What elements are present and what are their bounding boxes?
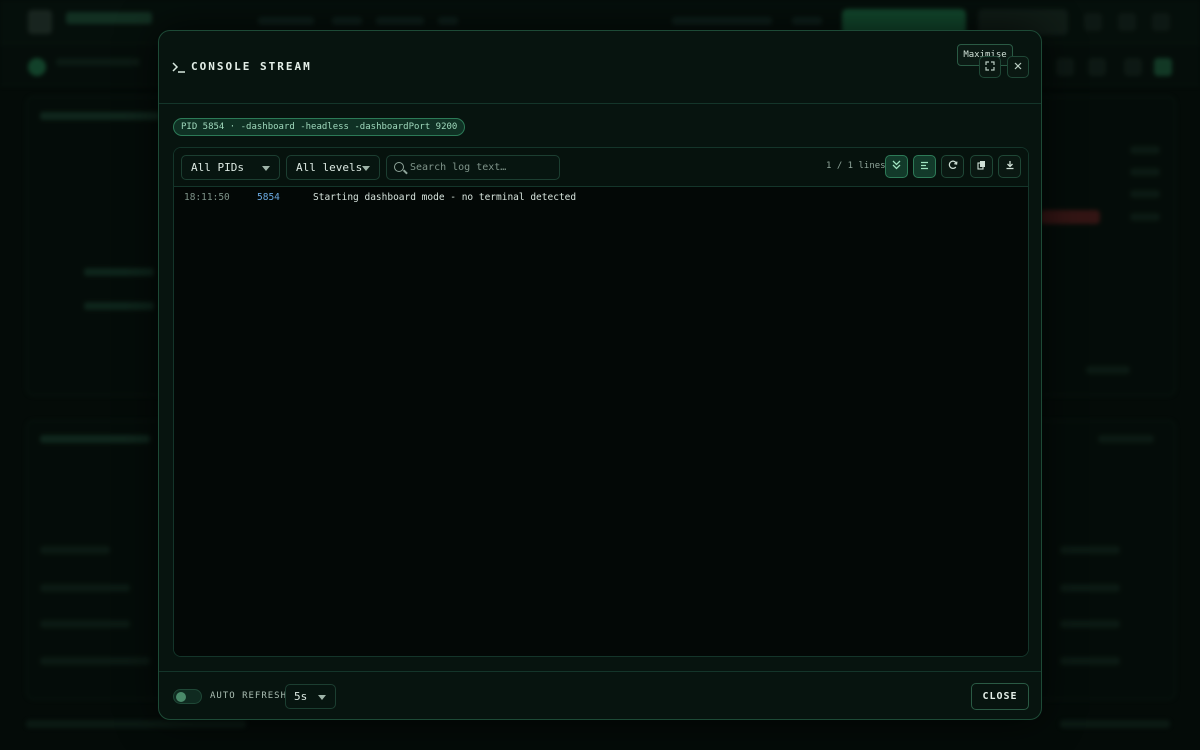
console-toolbar: All PIDs All levels 1 / 1 lines: [174, 148, 1028, 187]
dialog-footer: AUTO REFRESH 5s CLOSE: [159, 671, 1041, 719]
background-nav-item: [438, 17, 458, 25]
log-line: 18:11:50 5854 Starting dashboard mode - …: [184, 190, 576, 204]
background-text: [84, 268, 154, 276]
toggle-knob: [176, 692, 186, 702]
dialog-header: CONSOLE STREAM Maximise: [159, 31, 1041, 104]
copy-icon: [977, 160, 986, 173]
background-text: [1060, 720, 1170, 728]
auto-refresh-label: AUTO REFRESH: [210, 691, 288, 701]
maximise-button[interactable]: [979, 56, 1001, 78]
log-pid: 5854: [257, 191, 280, 203]
console-stream-dialog: CONSOLE STREAM Maximise PID 5854 · -dash…: [158, 30, 1042, 720]
background-text: [40, 584, 130, 592]
pid-filter-value: All PIDs: [191, 161, 244, 174]
background-text: [1060, 584, 1120, 592]
background-nav-item: [258, 17, 314, 25]
background-text: [40, 112, 160, 120]
background-nav-item: [376, 17, 424, 25]
dialog-close-button[interactable]: [1007, 56, 1029, 78]
background-text: [1060, 657, 1120, 665]
background-text: [40, 546, 110, 554]
background-text: [1098, 435, 1154, 443]
line-count: 1 / 1 lines: [826, 161, 886, 171]
background-text: [56, 58, 140, 66]
chevron-down-icon: [362, 166, 370, 171]
terminal-icon: [172, 60, 186, 74]
process-chip: PID 5854 · -dashboard -headless -dashboa…: [173, 118, 466, 136]
wrap-lines-button[interactable]: [913, 155, 936, 178]
background-brand: [66, 12, 152, 24]
background-error-badge: [1040, 210, 1100, 224]
close-icon: [1014, 61, 1022, 73]
log-timestamp: 18:11:50: [184, 191, 230, 203]
refresh-button[interactable]: [941, 155, 964, 178]
log-message: Starting dashboard mode - no terminal de…: [313, 191, 577, 203]
refresh-interval-select[interactable]: 5s: [285, 684, 336, 709]
background-icon: [1154, 58, 1172, 76]
search-icon: [394, 162, 404, 172]
background-nav-item: [332, 17, 362, 25]
background-text: [1130, 146, 1160, 154]
background-text: [1130, 213, 1160, 221]
download-button[interactable]: [998, 155, 1021, 178]
background-icon: [1088, 58, 1106, 76]
copy-button[interactable]: [970, 155, 993, 178]
background-icon: [1124, 58, 1142, 76]
close-button[interactable]: CLOSE: [971, 683, 1029, 710]
level-filter-select[interactable]: All levels: [286, 155, 380, 180]
maximise-icon: [985, 60, 995, 74]
background-nav-item: [672, 17, 772, 25]
background-text: [84, 302, 154, 310]
auto-refresh-toggle[interactable]: [173, 689, 202, 704]
background-status-dot: [28, 58, 46, 76]
background-text: [1086, 366, 1130, 374]
background-logo: [28, 10, 52, 34]
background-icon: [1056, 58, 1074, 76]
log-search: [386, 155, 560, 180]
scroll-to-bottom-icon: [892, 160, 901, 173]
background-icon: [1118, 13, 1136, 31]
level-filter-value: All levels: [296, 161, 363, 174]
search-input[interactable]: [410, 159, 555, 176]
background-icon: [1084, 13, 1102, 31]
background-text: [40, 435, 150, 443]
wrap-lines-icon: [920, 161, 929, 173]
pid-filter-select[interactable]: All PIDs: [181, 155, 280, 180]
chevron-down-icon: [262, 166, 270, 171]
background-nav-item: [792, 17, 822, 25]
refresh-icon: [948, 160, 958, 173]
background-text: [40, 657, 150, 665]
background-text: [1130, 190, 1160, 198]
console-panel: All PIDs All levels 1 / 1 lines: [173, 147, 1029, 657]
background-text: [1060, 620, 1120, 628]
chevron-down-icon: [318, 695, 326, 700]
background-text: [1130, 168, 1160, 176]
log-output: 18:11:50 5854 Starting dashboard mode - …: [174, 187, 1028, 656]
background-text: [40, 620, 130, 628]
background-text: [26, 720, 246, 728]
background-icon: [1152, 13, 1170, 31]
dialog-title: CONSOLE STREAM: [191, 60, 312, 73]
download-icon: [1005, 160, 1015, 173]
refresh-interval-value: 5s: [294, 690, 308, 703]
scroll-to-bottom-button[interactable]: [885, 155, 908, 178]
background-text: [1060, 546, 1120, 554]
